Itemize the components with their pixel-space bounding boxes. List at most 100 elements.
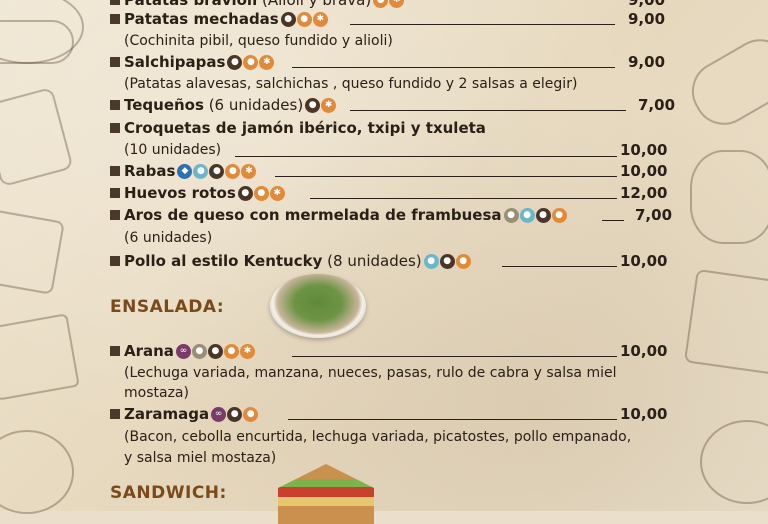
allergen-icons: ◆ ● ● ● ✱ [177,163,257,179]
wheat-icon: ✱ [239,343,255,359]
allergen-icons: ● ✱ [373,0,405,8]
leader-line [602,220,624,221]
item-description: (Bacon, cebolla encurtida, lechuga varia… [124,429,632,445]
bullet-icon [110,166,120,176]
item-description: y salsa miel mostaza) [124,450,277,466]
wheat-icon: ✱ [241,163,257,179]
item-name: Zaramaga [124,405,210,423]
item-price: 7,00 [638,96,676,114]
egg-icon: ● [455,253,471,269]
bullet-icon [110,14,120,24]
item-price: 10,00 [620,405,668,423]
menu-item: Tequeños (6 unidades) ● ✱ [110,96,337,114]
egg-icon: ● [243,54,259,70]
item-description: (6 unidades) [124,230,213,246]
item-name: Rabas [124,162,176,180]
allergen-icons: ● ● ✱ [227,54,275,70]
menu-item: Huevos rotos ● ● ✱ [110,184,285,202]
menu-item: Pollo al estilo Kentucky (8 unidades) ● … [110,252,471,270]
section-title-ensalada: ENSALADA: [110,297,225,317]
allergen-icons: ● ● ● ● [503,207,567,223]
item-price: 9,00 [628,10,666,28]
egg-icon: ● [223,343,239,359]
menu-item: Salchipapas ● ● ✱ [110,53,275,71]
menu-item: Rabas ◆ ● ● ● ✱ [110,162,257,180]
item-price: 12,00 [620,184,668,202]
menu-item: Patatas mechadas ● ● ✱ [110,10,328,28]
item-name: Tequeños [124,96,204,114]
item-name: Pollo al estilo Kentucky [124,252,323,270]
egg-icon: ● [296,11,312,27]
sulphites-icon: ∞ [175,343,191,359]
leader-line [235,156,617,157]
milk-icon: ● [305,97,321,113]
leader-line [292,356,617,357]
item-description: (10 unidades) [124,142,222,158]
nuts-icon: ● [191,343,207,359]
bullet-icon [110,0,120,5]
wheat-icon: ✱ [389,0,405,8]
item-price: 10,00 [620,162,668,180]
item-name: Huevos rotos [124,184,236,202]
bullet-icon [110,346,120,356]
item-price: 9,00 [628,0,666,9]
menu-item: Arana ∞ ● ● ● ✱ [110,342,255,360]
leader-line [288,419,617,420]
allergen-icons: ● ● ✱ [237,185,285,201]
item-note: (Alioli y brava) [262,0,372,9]
shellfish-icon: ● [193,163,209,179]
wheat-icon: ✱ [321,97,337,113]
salad-plate-photo [270,274,366,338]
menu-item: Patatas bravioli (Alioli y brava) ● ✱ [110,0,405,9]
leader-line [502,266,617,267]
item-name: Arana [124,342,174,360]
milk-icon: ● [207,343,223,359]
allergen-icons: ∞ ● ● [211,406,259,422]
egg-icon: ● [225,163,241,179]
item-name: Patatas mechadas [124,10,279,28]
egg-icon: ● [253,185,269,201]
bullet-icon [110,100,120,110]
item-description: (Patatas alavesas, salchichas , queso fu… [124,76,578,92]
club-sandwich-sketch-illustration [0,313,80,401]
sulphites-icon: ∞ [211,406,227,422]
allergen-icons: ∞ ● ● ● ✱ [175,343,255,359]
egg-icon: ● [551,207,567,223]
bullet-icon [110,57,120,67]
item-note: (8 unidades) [327,252,422,270]
leader-line [275,176,617,177]
milk-icon: ● [280,11,296,27]
wheat-icon: ✱ [269,185,285,201]
bullet-icon [110,210,120,220]
club-sandwich-sketch-illustration [683,268,768,376]
item-description: mostaza) [124,385,189,401]
leader-line [350,24,615,25]
egg-icon: ● [243,406,259,422]
item-name: Patatas bravioli [124,0,258,9]
item-price: 10,00 [620,342,668,360]
bullet-icon [110,188,120,198]
leader-line [350,110,626,111]
sesame-icon: ● [503,207,519,223]
item-name: Aros de queso con mermelada de frambuesa [124,206,502,224]
allergen-icons: ● ✱ [305,97,337,113]
milk-icon: ● [237,185,253,201]
item-description: (Lechuga variada, manzana, nueces, pasas… [124,365,617,381]
menu-item: Zaramaga ∞ ● ● [110,405,259,423]
leader-line [292,67,615,68]
menu-item: Aros de queso con mermelada de frambuesa… [110,206,567,224]
allergen-icons: ● ● ✱ [280,11,328,27]
milk-icon: ● [439,253,455,269]
nuggets-sketch-illustration [690,150,768,244]
egg-icon: ● [373,0,389,8]
bullet-icon [110,409,120,419]
item-price: 9,00 [628,53,666,71]
milk-icon: ● [535,207,551,223]
section-title-sandwich: SANDWICH: [110,483,227,503]
shellfish-icon: ● [423,253,439,269]
fish-icon: ◆ [177,163,193,179]
item-description: (Cochinita pibil, queso fundido y alioli… [124,33,393,49]
bullet-icon [110,123,120,133]
milk-icon: ● [227,406,243,422]
wheat-icon: ✱ [259,54,275,70]
